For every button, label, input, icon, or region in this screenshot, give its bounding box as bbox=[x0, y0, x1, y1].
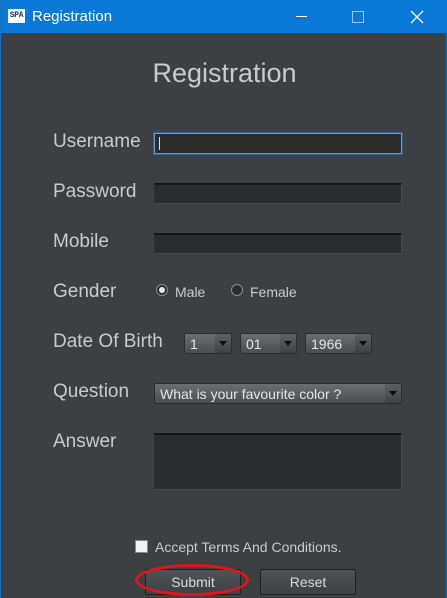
dob-month-value: 01 bbox=[246, 336, 262, 352]
chevron-down-icon bbox=[280, 334, 296, 353]
dob-day-select[interactable]: 1 bbox=[184, 333, 232, 354]
gender-male-label[interactable]: Male bbox=[175, 284, 205, 300]
gender-label: Gender bbox=[53, 281, 117, 302]
gender-female-radio[interactable] bbox=[231, 284, 243, 296]
question-select[interactable]: What is your favourite color ? bbox=[154, 383, 402, 404]
text-caret bbox=[159, 137, 160, 150]
question-label: Question bbox=[53, 381, 130, 402]
terms-label[interactable]: Accept Terms And Conditions. bbox=[155, 539, 342, 555]
answer-label: Answer bbox=[53, 431, 117, 452]
password-label: Password bbox=[53, 181, 137, 202]
maximize-icon bbox=[352, 10, 364, 23]
username-input[interactable] bbox=[153, 132, 403, 155]
maximize-button[interactable] bbox=[335, 0, 381, 33]
gender-male-radio[interactable] bbox=[156, 284, 168, 296]
dob-day-value: 1 bbox=[190, 336, 198, 352]
mobile-input[interactable] bbox=[154, 233, 402, 254]
dob-year-select[interactable]: 1966 bbox=[305, 333, 372, 354]
registration-window: SPA Registration Registration Username P… bbox=[0, 0, 447, 598]
dob-year-value: 1966 bbox=[311, 336, 343, 352]
username-label: Username bbox=[53, 131, 141, 152]
password-input[interactable] bbox=[154, 183, 402, 204]
answer-textarea[interactable] bbox=[154, 433, 402, 490]
minimize-icon bbox=[295, 16, 307, 17]
page-title: Registration bbox=[152, 58, 297, 88]
close-icon bbox=[410, 10, 424, 23]
chevron-down-icon bbox=[385, 384, 401, 403]
title-bar[interactable]: SPA Registration bbox=[1, 0, 447, 33]
window-title: Registration bbox=[32, 8, 113, 25]
question-value: What is your favourite color ? bbox=[160, 386, 342, 402]
minimize-button[interactable] bbox=[278, 0, 324, 33]
chevron-down-icon bbox=[355, 334, 371, 353]
mobile-label: Mobile bbox=[53, 231, 109, 252]
terms-checkbox[interactable] bbox=[135, 540, 148, 553]
close-button[interactable] bbox=[394, 0, 440, 33]
app-icon: SPA bbox=[8, 9, 25, 23]
gender-female-label[interactable]: Female bbox=[250, 284, 297, 300]
dob-month-select[interactable]: 01 bbox=[240, 333, 297, 354]
dob-label: Date Of Birth bbox=[53, 331, 163, 352]
reset-button[interactable]: Reset bbox=[260, 569, 356, 595]
chevron-down-icon bbox=[215, 334, 231, 353]
submit-button[interactable]: Submit bbox=[145, 569, 241, 595]
